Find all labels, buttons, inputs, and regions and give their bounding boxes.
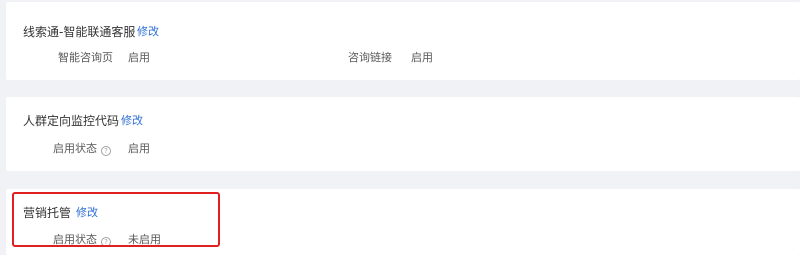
- field-value-consult-link: 启用: [411, 51, 433, 64]
- field-label-enable-status: 启用状态?: [53, 142, 111, 156]
- field-label-consult-link: 咨询链接: [348, 51, 392, 64]
- field-value-enable-status: 启用: [128, 142, 150, 155]
- edit-link[interactable]: 修改: [137, 24, 159, 40]
- section-card-audience-monitor-code: 人群定向监控代码 修改 启用状态? 启用: [6, 97, 800, 171]
- question-circle-icon[interactable]: ?: [101, 237, 111, 247]
- section-card-marketing-hosting: 营销托管 修改 启用状态? 未启用: [6, 189, 800, 255]
- section-title: 营销托管: [23, 206, 72, 220]
- field-value-smart-consult-page: 启用: [128, 51, 150, 64]
- section-card-lead-service: 线索通-智能联通客服 修改 智能咨询页 启用 咨询链接 启用: [6, 2, 800, 80]
- section-title: 人群定向监控代码: [23, 114, 120, 128]
- field-label-text: 启用状态: [53, 142, 97, 155]
- edit-link[interactable]: 修改: [121, 113, 143, 129]
- question-circle-icon[interactable]: ?: [101, 146, 111, 156]
- field-label-smart-consult-page: 智能咨询页: [58, 51, 113, 64]
- field-value-enable-status: 未启用: [128, 233, 161, 246]
- edit-link[interactable]: 修改: [76, 205, 98, 221]
- section-title: 线索通-智能联通客服: [23, 25, 136, 39]
- field-label-enable-status: 启用状态?: [53, 233, 111, 247]
- field-label-text: 启用状态: [53, 233, 97, 246]
